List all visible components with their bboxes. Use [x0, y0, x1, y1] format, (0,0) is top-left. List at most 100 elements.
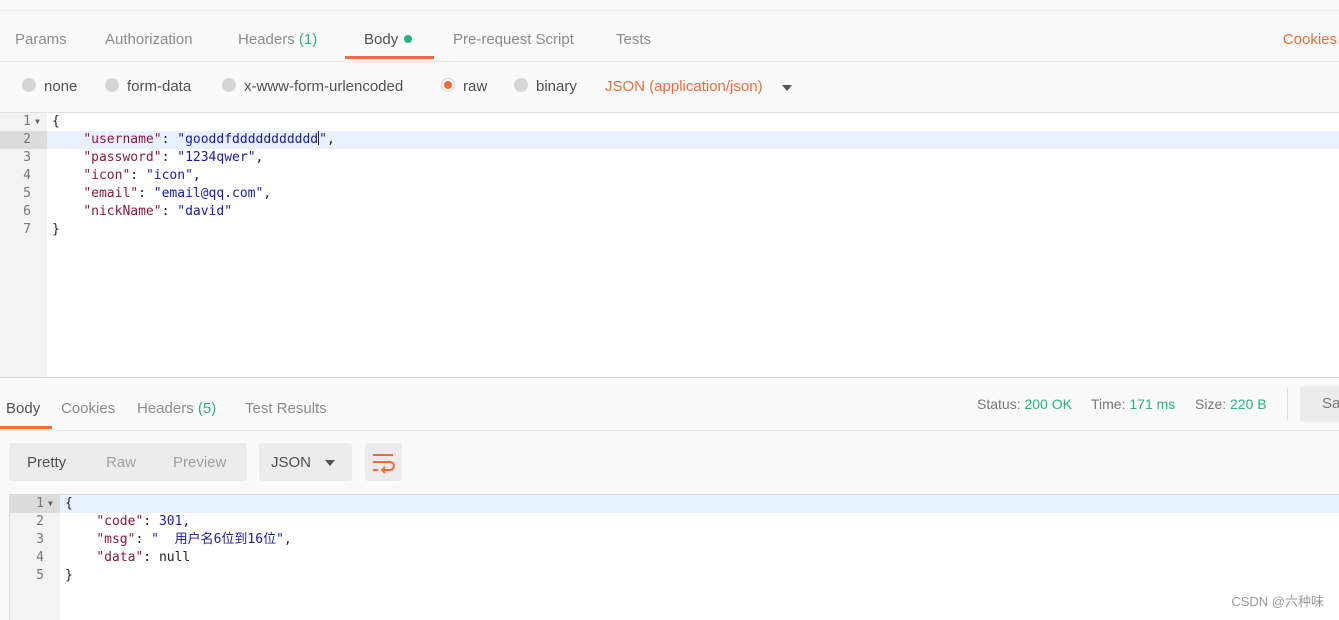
response-line-code: "msg": " 用户名6位到16位",: [96, 532, 292, 547]
request-tabs: Params Authorization Headers (1) Body Pr…: [0, 11, 1339, 62]
wrap-lines-button[interactable]: [365, 443, 402, 481]
line-number: 3: [23, 150, 31, 165]
response-line-code: "code": 301,: [96, 514, 191, 529]
response-line-active: 1 ▼ {: [10, 495, 1339, 513]
content-type-dropdown[interactable]: JSON (application/json): [605, 78, 763, 95]
line-number: 4: [36, 550, 44, 565]
time-indicator: Time: 171 ms: [1091, 396, 1175, 412]
response-tab-body[interactable]: Body: [6, 400, 40, 417]
line-number: 5: [36, 568, 44, 583]
line-number: 3: [36, 532, 44, 547]
editor-line: 4 "icon": "icon",: [0, 167, 1339, 185]
body-type-selector: none form-data x-www-form-urlencoded raw…: [0, 62, 1339, 113]
radio-binary[interactable]: binary: [514, 78, 577, 95]
response-line-text: }: [65, 568, 73, 583]
line-number: 6: [23, 204, 31, 219]
response-tab-test-results[interactable]: Test Results: [245, 400, 327, 417]
active-tab-underline: [345, 56, 434, 59]
radio-raw[interactable]: raw: [441, 78, 488, 95]
line-number: 4: [23, 168, 31, 183]
response-body-viewer[interactable]: 1 ▼ { 2 "code": 301, 3 "msg": " 用户名6位到16…: [9, 494, 1339, 620]
request-body-editor[interactable]: 1 ▼ { 2 "username": "gooddfddddddddddd",…: [0, 113, 1339, 378]
response-line-text: {: [65, 496, 73, 511]
radio-selected-icon: [441, 78, 455, 92]
response-line: 4 "data": null: [10, 549, 1339, 567]
radio-circle-icon: [105, 78, 119, 92]
radio-circle-icon: [22, 78, 36, 92]
line-number: 7: [23, 222, 31, 237]
size-label: Size:: [1195, 396, 1227, 412]
divider: [1287, 388, 1288, 420]
chevron-down-icon[interactable]: [782, 85, 792, 91]
response-tab-cookies[interactable]: Cookies: [61, 400, 115, 417]
editor-line-code: "password": "1234qwer",: [83, 150, 264, 165]
editor-line-code: "email": "email@qq.com",: [83, 186, 272, 201]
tab-authorization[interactable]: Authorization: [105, 31, 193, 48]
radio-binary-label: binary: [536, 78, 577, 95]
text-cursor: [318, 131, 320, 145]
tab-pre-request-script[interactable]: Pre-request Script: [453, 31, 574, 48]
tab-headers-count: (1): [298, 31, 318, 48]
status-indicator: Status: 200 OK: [977, 396, 1072, 412]
chevron-down-icon: [325, 460, 335, 466]
view-mode-segmented-control: Pretty Raw Preview: [9, 443, 247, 481]
status-value: 200 OK: [1024, 396, 1072, 412]
radio-none[interactable]: none: [22, 78, 78, 95]
wrap-lines-icon: [373, 454, 395, 474]
body-modified-dot-icon: [404, 35, 413, 43]
active-tab-underline: [0, 426, 52, 429]
tab-headers[interactable]: Headers (1): [238, 31, 317, 48]
tab-params[interactable]: Params: [15, 31, 67, 48]
size-indicator: Size: 220 B: [1195, 396, 1267, 412]
format-dropdown-label: JSON: [271, 454, 312, 471]
tab-tests[interactable]: Tests: [616, 31, 651, 48]
editor-line: 1 ▼ {: [0, 113, 1339, 131]
status-label: Status:: [977, 396, 1021, 412]
radio-circle-icon: [514, 78, 528, 92]
response-line: 5 }: [10, 567, 1339, 585]
fold-arrow-icon[interactable]: ▼: [48, 495, 53, 513]
cookies-link[interactable]: Cookies: [1283, 31, 1337, 48]
editor-line: 6 "nickName": "david": [0, 203, 1339, 221]
editor-line-code: "username": "gooddfddddddddddd",: [83, 131, 335, 147]
response-tabs: Body Cookies Headers (5) Test Results St…: [0, 378, 1339, 431]
response-tab-headers-count: (5): [197, 400, 217, 417]
radio-none-label: none: [44, 78, 78, 95]
line-number: 2: [0, 131, 47, 149]
time-label: Time:: [1091, 396, 1126, 412]
radio-form-data-label: form-data: [127, 78, 192, 95]
radio-urlencoded-label: x-www-form-urlencoded: [244, 78, 404, 95]
response-tab-headers[interactable]: Headers (5): [137, 400, 216, 417]
watermark: CSDN @六种味: [1231, 594, 1324, 609]
radio-form-data[interactable]: form-data: [105, 78, 192, 95]
editor-line: 7 }: [0, 221, 1339, 239]
editor-line-code: "nickName": "david": [83, 204, 233, 219]
radio-urlencoded[interactable]: x-www-form-urlencoded: [222, 78, 404, 95]
view-raw-button[interactable]: Raw: [106, 454, 136, 471]
view-pretty-button[interactable]: Pretty: [27, 454, 66, 471]
top-strip: [0, 0, 1339, 11]
response-tab-headers-label: Headers: [137, 400, 194, 417]
line-number: 1: [23, 114, 31, 129]
tab-body[interactable]: Body: [364, 31, 413, 48]
time-value: 171 ms: [1129, 396, 1176, 412]
editor-line-code: "icon": "icon",: [83, 168, 201, 183]
radio-raw-label: raw: [463, 78, 488, 95]
save-response-button[interactable]: Sav: [1300, 386, 1339, 422]
line-number: 2: [36, 514, 44, 529]
tab-headers-label: Headers: [238, 31, 295, 48]
response-view-bar: Pretty Raw Preview JSON: [0, 431, 1339, 493]
size-value: 220 B: [1230, 396, 1267, 412]
response-line-code: "data": null: [96, 550, 191, 565]
radio-circle-icon: [222, 78, 236, 92]
editor-line-text: {: [52, 114, 60, 129]
editor-line-text: }: [52, 222, 60, 237]
view-preview-button[interactable]: Preview: [173, 454, 226, 471]
editor-line: 3 "password": "1234qwer",: [0, 149, 1339, 167]
format-dropdown[interactable]: JSON: [259, 443, 352, 481]
response-line: 2 "code": 301,: [10, 513, 1339, 531]
response-line: 3 "msg": " 用户名6位到16位",: [10, 531, 1339, 549]
editor-line: 5 "email": "email@qq.com",: [0, 185, 1339, 203]
line-number: 5: [23, 186, 31, 201]
fold-arrow-icon[interactable]: ▼: [35, 113, 40, 131]
